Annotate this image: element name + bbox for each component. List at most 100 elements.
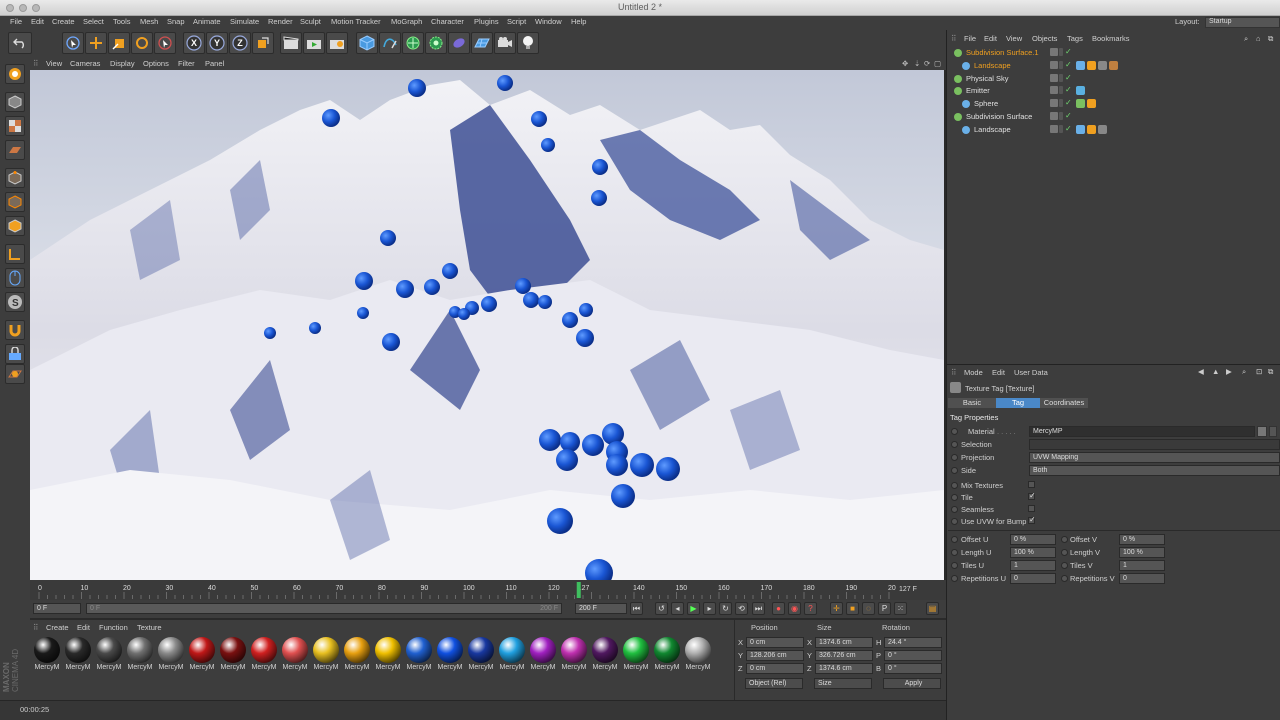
material-menu-edit[interactable]: Edit bbox=[77, 623, 90, 632]
add-spline-button[interactable] bbox=[379, 32, 401, 54]
attribute-menu-edit[interactable]: Edit bbox=[992, 368, 1005, 377]
material-menu-function[interactable]: Function bbox=[99, 623, 128, 632]
material-slot[interactable]: MercyM bbox=[312, 637, 340, 671]
current-frame-field[interactable]: 127 F bbox=[896, 585, 944, 596]
object-row[interactable]: Physical Sky ✓ bbox=[948, 73, 1280, 85]
length-v-field[interactable]: 100 % bbox=[1119, 547, 1165, 558]
viewport-menu-display[interactable]: Display bbox=[110, 59, 135, 68]
object-name[interactable]: Emitter bbox=[966, 86, 990, 95]
add-deformer-button[interactable] bbox=[448, 32, 470, 54]
object-new-window-icon[interactable]: ⧉ bbox=[1268, 34, 1273, 44]
viewport-menu-filter[interactable]: Filter bbox=[178, 59, 195, 68]
menu-plugins[interactable]: Plugins bbox=[474, 17, 499, 26]
recent-tool-button[interactable] bbox=[154, 32, 176, 54]
material-slot[interactable]: MercyM bbox=[157, 637, 185, 671]
object-menu-tags[interactable]: Tags bbox=[1067, 34, 1083, 43]
tile-checkbox[interactable]: ✓ bbox=[1028, 491, 1036, 500]
size-z-field[interactable]: 1374.6 cm bbox=[815, 663, 873, 674]
enabled-check-icon[interactable]: ✓ bbox=[1065, 60, 1072, 69]
menu-animate[interactable]: Animate bbox=[193, 17, 221, 26]
use-uvw-bump-checkbox[interactable]: ✓ bbox=[1028, 515, 1036, 524]
undo-button[interactable] bbox=[8, 32, 32, 54]
viewport-menu-panel[interactable]: Panel bbox=[205, 59, 224, 68]
visibility-dots-icon[interactable] bbox=[1059, 124, 1063, 133]
tiles-u-animate-radio[interactable] bbox=[951, 562, 958, 569]
object-name[interactable]: Subdivision Surface bbox=[966, 112, 1032, 121]
autokey-button[interactable]: ◉ bbox=[788, 602, 801, 615]
object-tag-icon[interactable] bbox=[1087, 124, 1096, 134]
material-slot[interactable]: MercyM bbox=[126, 637, 154, 671]
frame-range-slider[interactable]: 0 F 200 F bbox=[86, 603, 562, 614]
viewport-rotate-icon[interactable]: ⟳ bbox=[924, 59, 930, 68]
enabled-check-icon[interactable]: ✓ bbox=[1065, 47, 1072, 56]
object-tag-icon[interactable] bbox=[1076, 124, 1085, 134]
add-array-button[interactable] bbox=[425, 32, 447, 54]
tab-tag[interactable]: Tag bbox=[996, 398, 1040, 408]
rot-h-field[interactable]: 24.4 ° bbox=[884, 637, 942, 648]
object-row[interactable]: Sphere ✓ bbox=[948, 98, 1280, 110]
add-cube-button[interactable] bbox=[356, 32, 378, 54]
make-editable-button[interactable] bbox=[5, 64, 25, 84]
enabled-check-icon[interactable]: ✓ bbox=[1065, 85, 1072, 94]
goto-end-button[interactable]: ⏭ bbox=[752, 602, 765, 615]
rotate-tool-button[interactable] bbox=[131, 32, 153, 54]
keyframe-selection-button[interactable]: ? bbox=[804, 602, 817, 615]
move-tool-button[interactable] bbox=[85, 32, 107, 54]
add-camera-button[interactable] bbox=[494, 32, 516, 54]
attribute-back-icon[interactable]: ◀ bbox=[1198, 367, 1204, 376]
key-parameter-button[interactable]: P bbox=[878, 602, 891, 615]
object-tag-icon[interactable] bbox=[1076, 99, 1085, 109]
loop-button[interactable]: ⟲ bbox=[735, 602, 748, 615]
offset-v-field[interactable]: 0 % bbox=[1119, 534, 1165, 545]
enabled-check-icon[interactable]: ✓ bbox=[1065, 73, 1072, 82]
add-generator-button[interactable] bbox=[402, 32, 424, 54]
add-light-button[interactable] bbox=[517, 32, 539, 54]
material-animate-radio[interactable] bbox=[951, 428, 958, 435]
size-y-field[interactable]: 326.726 cm bbox=[815, 650, 873, 661]
object-menu-view[interactable]: View bbox=[1006, 34, 1022, 43]
pos-y-field[interactable]: 128.206 cm bbox=[746, 650, 804, 661]
material-slot[interactable]: MercyM bbox=[560, 637, 588, 671]
seamless-animate-radio[interactable] bbox=[951, 506, 958, 513]
menu-sculpt[interactable]: Sculpt bbox=[300, 17, 321, 26]
object-row[interactable]: Landscape ✓ bbox=[948, 124, 1280, 136]
layer-icon[interactable] bbox=[1050, 86, 1058, 95]
apply-button[interactable]: Apply bbox=[883, 678, 941, 689]
attribute-lock-icon[interactable]: ⊡ bbox=[1256, 367, 1262, 376]
object-name[interactable]: Physical Sky bbox=[966, 74, 1009, 83]
material-slot[interactable]: MercyM bbox=[219, 637, 247, 671]
layer-icon[interactable] bbox=[1050, 73, 1058, 82]
model-mode-button[interactable] bbox=[5, 92, 25, 112]
object-search-icon[interactable]: ⌕ bbox=[1244, 34, 1248, 44]
key-rotation-button[interactable]: ◌ bbox=[862, 602, 875, 615]
attribute-forward-icon[interactable]: ▶ bbox=[1226, 367, 1232, 376]
menu-script[interactable]: Script bbox=[507, 17, 526, 26]
object-name[interactable]: Sphere bbox=[974, 99, 998, 108]
material-slot[interactable]: MercyM bbox=[95, 637, 123, 671]
end-frame-field[interactable]: 200 F bbox=[575, 603, 627, 614]
viewport-menu-options[interactable]: Options bbox=[143, 59, 169, 68]
workplane-lock-button[interactable] bbox=[5, 344, 25, 364]
goto-start-button[interactable]: ⏮ bbox=[630, 602, 643, 615]
material-slot[interactable]: MercyM bbox=[622, 637, 650, 671]
y-axis-lock-button[interactable]: Y bbox=[206, 32, 228, 54]
viewport-zoom-icon[interactable]: ⇣ bbox=[914, 59, 920, 68]
attribute-menu-mode[interactable]: Mode bbox=[964, 368, 983, 377]
object-menu-edit[interactable]: Edit bbox=[984, 34, 997, 43]
edges-mode-button[interactable] bbox=[5, 192, 25, 212]
mix-textures-checkbox[interactable] bbox=[1028, 481, 1035, 488]
material-slot[interactable]: MercyM bbox=[343, 637, 371, 671]
visibility-dots-icon[interactable] bbox=[1059, 99, 1063, 108]
layer-icon[interactable] bbox=[1050, 60, 1058, 69]
enabled-check-icon[interactable]: ✓ bbox=[1065, 124, 1072, 133]
tab-basic[interactable]: Basic bbox=[948, 398, 996, 408]
material-slot[interactable]: MercyM bbox=[498, 637, 526, 671]
side-dropdown[interactable]: Both bbox=[1029, 465, 1280, 476]
play-button[interactable]: ▶ bbox=[687, 602, 700, 615]
object-row[interactable]: Landscape ✓ bbox=[948, 60, 1280, 72]
length-u-field[interactable]: 100 % bbox=[1010, 547, 1056, 558]
layer-icon[interactable] bbox=[1050, 99, 1058, 108]
repetitions-u-field[interactable]: 0 bbox=[1010, 573, 1056, 584]
live-selection-button[interactable] bbox=[62, 32, 84, 54]
material-slot[interactable]: MercyM bbox=[405, 637, 433, 671]
